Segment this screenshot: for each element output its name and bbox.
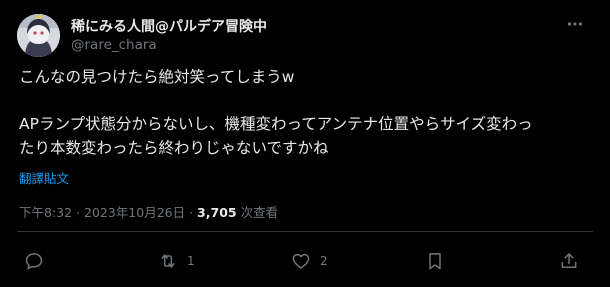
retweet-button[interactable]: 1: [158, 250, 195, 272]
author-display-name[interactable]: 稀にみる人間@パルデア冒険中: [71, 16, 267, 36]
share-icon: [561, 253, 577, 268]
views-label: 次查看: [236, 205, 279, 220]
translate-post-link[interactable]: 翻譯貼文: [19, 168, 69, 187]
more-icon: [567, 22, 583, 26]
tweet-text-line: APランプ状態分からないし、機種変わってアンテナ位置やらサイズ変わっ: [19, 115, 533, 133]
like-count: 2: [320, 254, 328, 268]
tweet-text-line: たり本数変わったら終わりじゃないですかね: [19, 138, 329, 157]
tweet-text: こんなの見つけたら絶対笑ってしまうw APランプ状態分からないし、機種変わってア…: [19, 66, 594, 160]
tweet-card: 稀にみる人間@パルデア冒険中 @rare_chara こんなの見つけたら絶対笑っ…: [0, 0, 610, 287]
reply-icon: [25, 253, 43, 270]
author-name-row[interactable]: 稀にみる人間@パルデア冒険中: [71, 16, 267, 36]
retweet-count: 1: [187, 254, 195, 268]
heart-icon: [292, 253, 310, 269]
share-button[interactable]: [559, 250, 579, 272]
bookmark-icon: [429, 253, 441, 270]
like-button[interactable]: 2: [291, 250, 328, 272]
tweet-time[interactable]: 下午8:32: [19, 205, 72, 220]
meta-separator: ·: [185, 205, 198, 220]
reply-button[interactable]: [24, 250, 44, 272]
tweet-text-gap: [19, 90, 594, 114]
tweet-meta: 下午8:32 · 2023年10月26日 · 3,705 次查看: [19, 202, 278, 221]
meta-separator: ·: [72, 205, 84, 220]
retweet-icon: [161, 254, 175, 268]
divider: [17, 231, 593, 232]
avatar-image: [17, 14, 60, 57]
more-options-button[interactable]: [564, 13, 586, 35]
tweet-text-line: こんなの見つけたら絶対笑ってしまうw: [19, 68, 295, 86]
views-count: 3,705: [197, 205, 237, 220]
tweet-date[interactable]: 2023年10月26日: [84, 205, 185, 220]
avatar[interactable]: [17, 14, 60, 57]
author-handle[interactable]: @rare_chara: [71, 37, 157, 53]
bookmark-button[interactable]: [425, 250, 445, 272]
